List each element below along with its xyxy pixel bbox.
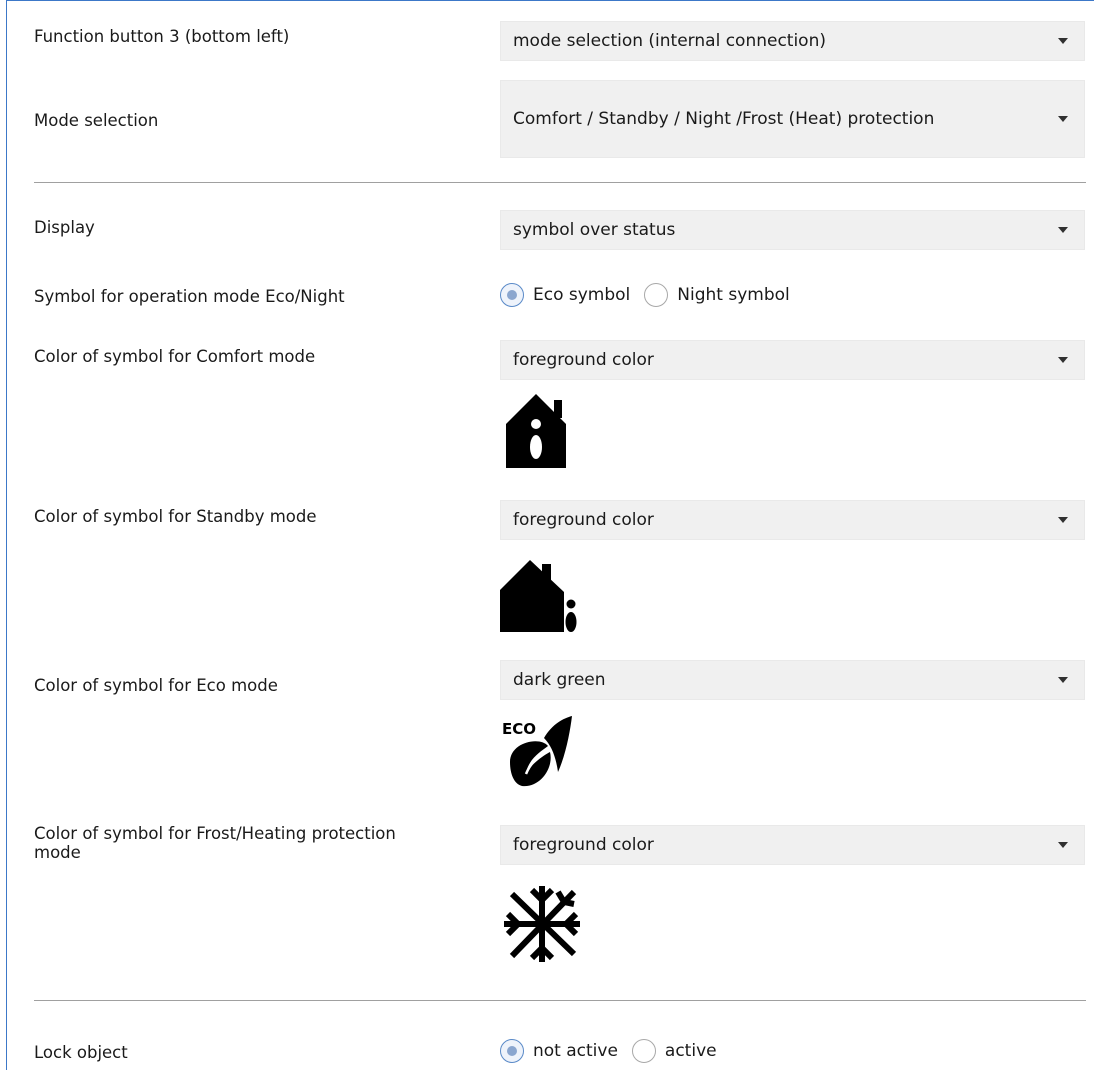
mode-selection-select[interactable]: Comfort / Standby / Night /Frost (Heat) … <box>500 80 1085 158</box>
display-select[interactable]: symbol over status <box>500 210 1085 250</box>
chevron-down-icon <box>1058 357 1068 363</box>
comfort-house-icon <box>500 388 572 472</box>
display-value: symbol over status <box>513 220 676 240</box>
night-symbol-option-label: Night symbol <box>677 285 790 305</box>
standby-house-icon <box>500 552 584 636</box>
chevron-down-icon <box>1058 116 1068 122</box>
symbol-mode-label: Symbol for operation mode Eco/Night <box>34 287 345 306</box>
separator <box>34 182 1086 183</box>
eco-color-label: Color of symbol for Eco mode <box>34 676 278 695</box>
frost-color-select[interactable]: foreground color <box>500 825 1085 865</box>
eco-leaf-icon: ECO <box>500 712 580 796</box>
panel-top-border <box>6 0 1094 1</box>
eco-symbol-radio[interactable]: Eco symbol <box>500 283 630 307</box>
radio-unselected-icon <box>631 1039 656 1063</box>
lock-object-radio-group: not active active <box>500 1039 731 1063</box>
eco-color-value: dark green <box>513 670 606 690</box>
chevron-down-icon <box>1058 842 1068 848</box>
frost-color-label-line2: mode <box>34 843 81 862</box>
display-label: Display <box>34 218 95 237</box>
radio-unselected-icon <box>644 283 669 307</box>
svg-text:ECO: ECO <box>502 720 536 738</box>
chevron-down-icon <box>1058 517 1068 523</box>
radio-selected-icon <box>500 1039 524 1063</box>
function-button-select[interactable]: mode selection (internal connection) <box>500 21 1085 61</box>
standby-color-value: foreground color <box>513 510 654 530</box>
chevron-down-icon <box>1058 677 1068 683</box>
symbol-mode-radio-group: Eco symbol Night symbol <box>500 283 804 307</box>
chevron-down-icon <box>1058 227 1068 233</box>
comfort-color-select[interactable]: foreground color <box>500 340 1085 380</box>
panel-left-border <box>6 0 7 1070</box>
radio-selected-icon <box>500 283 524 307</box>
mode-selection-value: Comfort / Standby / Night /Frost (Heat) … <box>513 109 935 129</box>
mode-selection-label: Mode selection <box>34 111 159 130</box>
not-active-option-label: not active <box>533 1041 618 1061</box>
standby-color-label: Color of symbol for Standby mode <box>34 507 317 526</box>
frost-color-value: foreground color <box>513 835 654 855</box>
snowflake-icon <box>500 882 584 970</box>
active-option-label: active <box>664 1041 717 1061</box>
comfort-color-value: foreground color <box>513 350 654 370</box>
standby-color-select[interactable]: foreground color <box>500 500 1085 540</box>
eco-symbol-option-label: Eco symbol <box>533 285 631 305</box>
chevron-down-icon <box>1058 38 1068 44</box>
comfort-color-label: Color of symbol for Comfort mode <box>34 347 316 366</box>
eco-color-select[interactable]: dark green <box>500 660 1085 700</box>
not-active-radio[interactable]: not active <box>500 1039 618 1063</box>
night-symbol-radio[interactable]: Night symbol <box>644 283 790 307</box>
separator <box>34 1000 1086 1001</box>
function-button-value: mode selection (internal connection) <box>513 31 826 51</box>
active-radio[interactable]: active <box>631 1039 717 1063</box>
lock-object-label: Lock object <box>34 1043 128 1062</box>
function-button-label: Function button 3 (bottom left) <box>34 27 290 46</box>
frost-color-label-line1: Color of symbol for Frost/Heating protec… <box>34 824 396 843</box>
